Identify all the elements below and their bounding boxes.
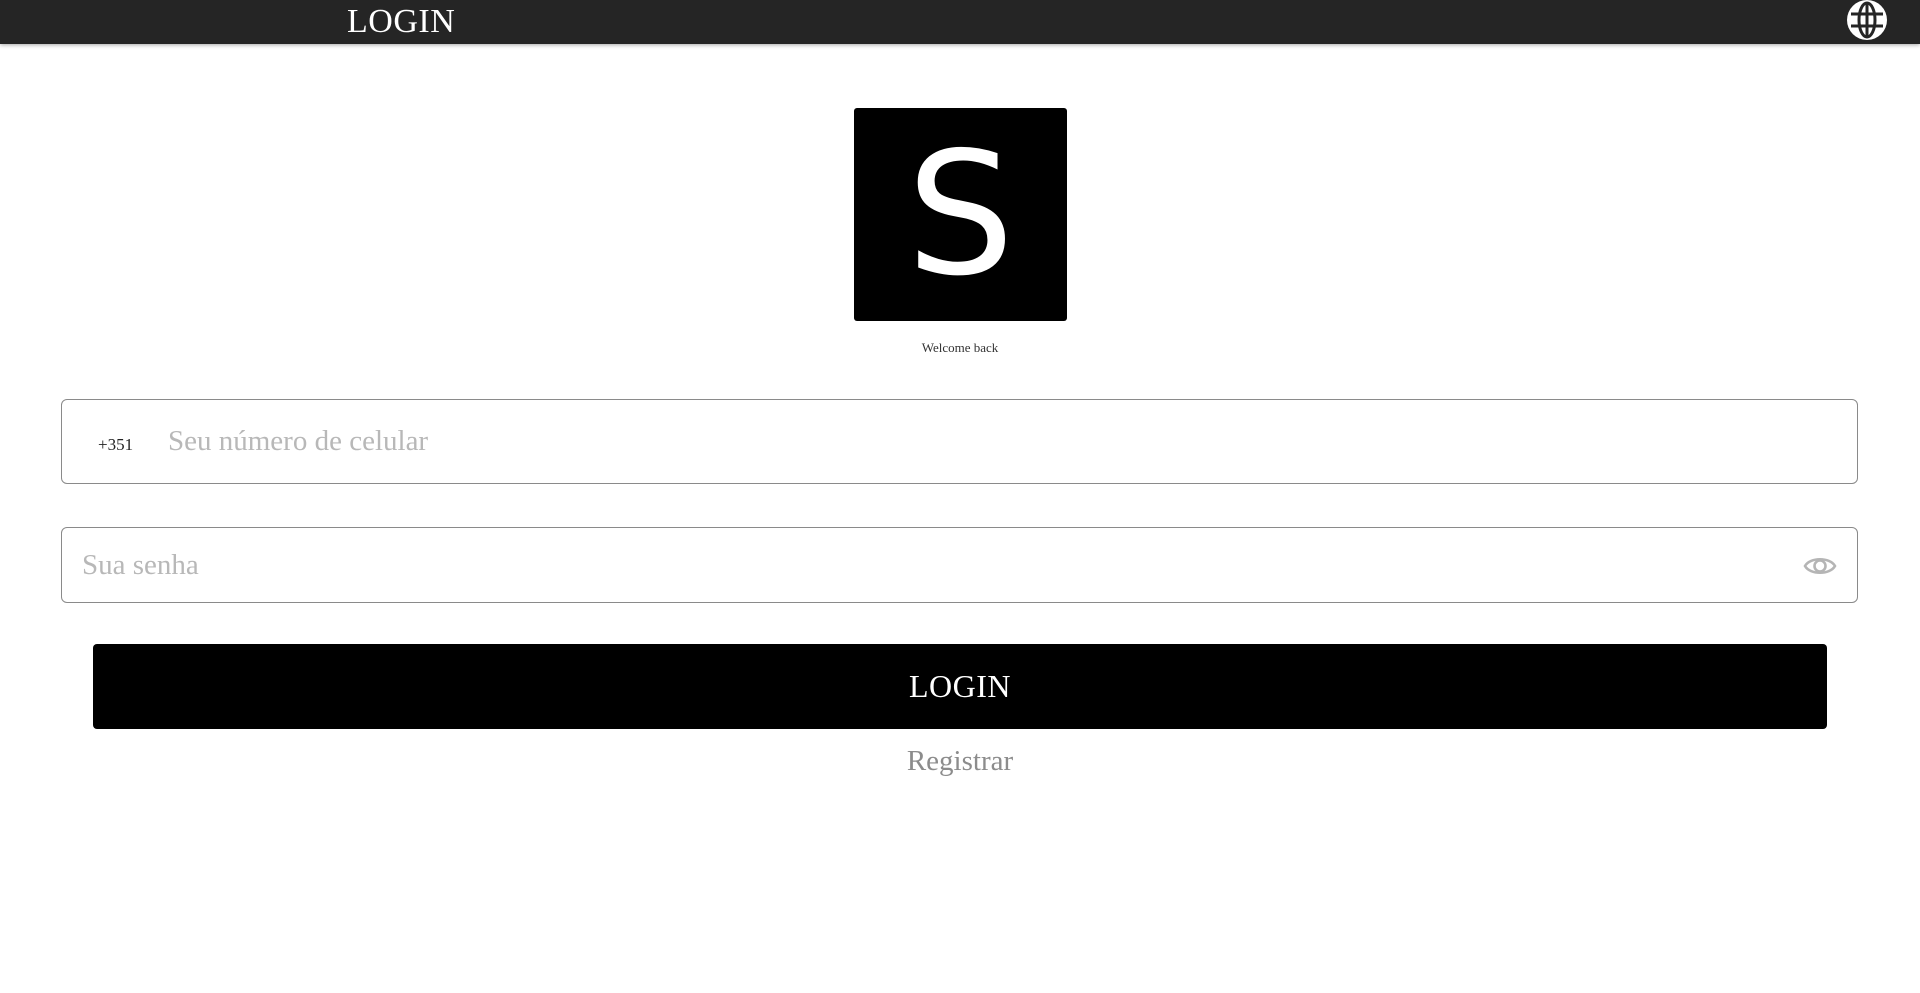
login-button[interactable]: LOGIN <box>93 644 1827 729</box>
phone-field: +351 <box>61 399 1858 484</box>
password-field <box>61 527 1858 603</box>
country-code-selector[interactable]: +351 <box>98 400 133 485</box>
register-link[interactable]: Registrar <box>0 745 1920 778</box>
eye-icon[interactable] <box>1803 549 1837 583</box>
welcome-text: Welcome back <box>921 340 999 355</box>
phone-input[interactable] <box>166 400 1826 483</box>
page-title: LOGIN <box>347 3 456 40</box>
top-bar: LOGIN <box>0 0 1920 44</box>
password-input[interactable] <box>82 528 1782 602</box>
globe-icon[interactable] <box>1845 0 1889 42</box>
brand-logo: S <box>854 108 1067 321</box>
